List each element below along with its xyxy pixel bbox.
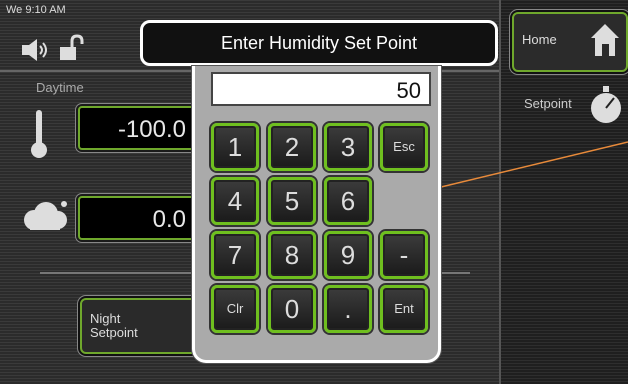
keypad-title: Enter Humidity Set Point [140,20,498,66]
setpoint-tab[interactable]: Setpoint [500,76,628,134]
temperature-value-field[interactable]: -100.0 [78,106,198,150]
night-setpoint-button[interactable]: Night Setpoint [80,298,204,354]
enter-button[interactable]: Ent [380,285,428,333]
key-7-button[interactable]: 7 [211,231,259,279]
decimal-point-button[interactable]: . [324,285,372,333]
home-button[interactable]: Home [512,12,628,72]
clear-button[interactable]: Clr [211,285,259,333]
speaker-icon[interactable] [20,38,50,62]
numeric-keypad-dialog: 50 1 2 3 Esc 4 5 6 7 8 9 - Clr 0 . Ent [192,66,441,363]
house-icon [591,24,619,56]
thermometer-icon [31,110,47,158]
key-3-button[interactable]: 3 [324,123,372,171]
unlock-icon[interactable] [58,34,84,62]
home-label: Home [522,32,557,47]
key-2-button[interactable]: 2 [268,123,316,171]
key-5-button[interactable]: 5 [268,177,316,225]
hmi-screen: We 9:10 AM Daytime -100.0 0.0 Night Setp… [0,0,628,384]
key-0-button[interactable]: 0 [268,285,316,333]
key-6-button[interactable]: 6 [324,177,372,225]
escape-button[interactable]: Esc [380,123,428,171]
night-setpoint-label: Night Setpoint [90,311,138,340]
humidity-cloud-icon [24,201,67,230]
key-8-button[interactable]: 8 [268,231,316,279]
key-9-button[interactable]: 9 [324,231,372,279]
clock-readout: We 9:10 AM [6,4,66,16]
key-1-button[interactable]: 1 [211,123,259,171]
keypad-display-field[interactable]: 50 [211,72,431,106]
humidity-value-field[interactable]: 0.0 [78,196,198,240]
key-4-button[interactable]: 4 [211,177,259,225]
daytime-label: Daytime [36,80,84,95]
minus-button[interactable]: - [380,231,428,279]
setpoint-tab-label: Setpoint [524,96,572,111]
stopwatch-icon [591,86,621,123]
